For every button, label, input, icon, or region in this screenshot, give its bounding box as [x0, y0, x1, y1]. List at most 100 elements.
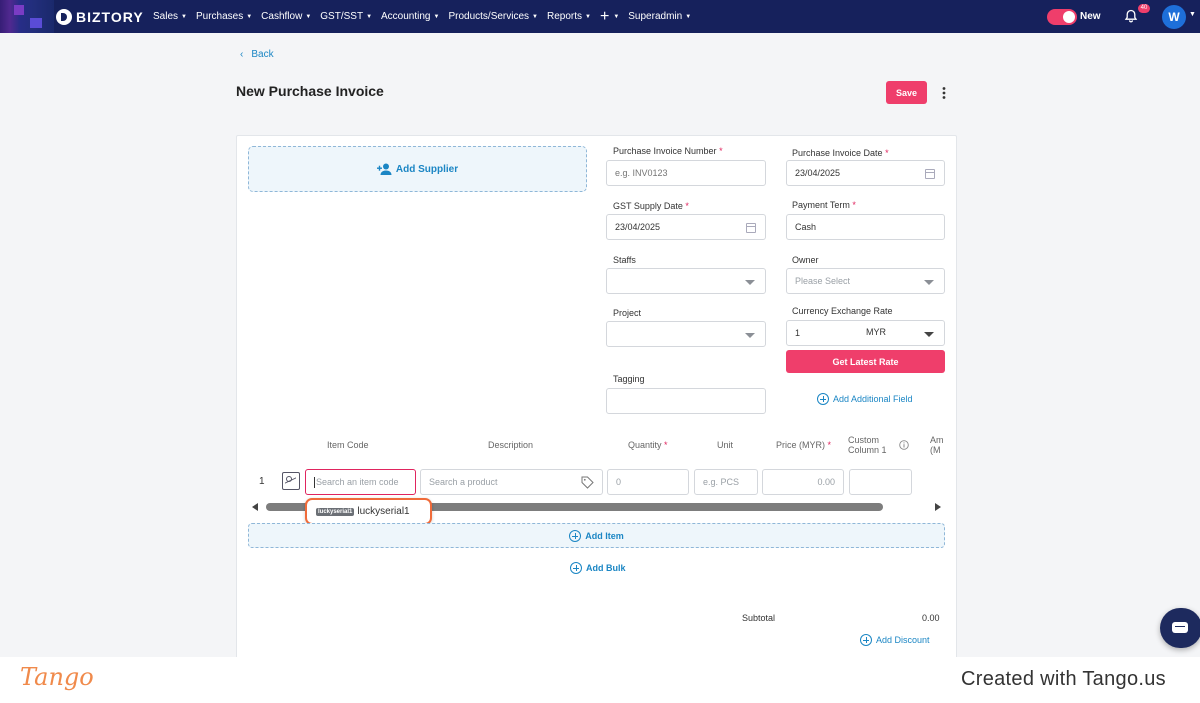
caret-down-icon: ▼: [685, 13, 692, 20]
owner-select[interactable]: Please Select: [786, 268, 945, 294]
user-avatar[interactable]: W: [1162, 5, 1186, 29]
header-text: (M: [930, 445, 941, 455]
label-text: Payment Term: [792, 200, 850, 210]
add-item-button[interactable]: Add Item: [248, 523, 945, 548]
menu-purchases[interactable]: Purchases ▼: [196, 11, 252, 22]
chevron-down-icon: [745, 333, 755, 338]
menu-quick-add[interactable]: + ▼: [600, 8, 619, 26]
caret-down-icon: ▼: [181, 13, 187, 20]
invoice-date-input[interactable]: 23/04/2025: [786, 160, 945, 186]
menu-products-services[interactable]: Products/Services ▼: [448, 11, 538, 22]
image-icon[interactable]: [282, 472, 300, 490]
staffs-label: Staffs: [613, 255, 636, 265]
scroll-right-arrow-icon[interactable]: [935, 503, 941, 511]
caret-down-icon[interactable]: ▼: [1189, 11, 1196, 18]
col-quantity: Quantity *: [628, 440, 668, 450]
invoice-date-label: Purchase Invoice Date *: [792, 148, 889, 158]
save-button[interactable]: Save: [886, 81, 927, 104]
menu-label: Reports: [547, 11, 583, 22]
menu-cashflow[interactable]: Cashflow ▼: [261, 11, 311, 22]
more-vertical-icon[interactable]: [940, 86, 948, 100]
add-field-label: Add Additional Field: [833, 394, 913, 404]
get-latest-rate-button[interactable]: Get Latest Rate: [786, 350, 945, 373]
owner-label: Owner: [792, 255, 819, 265]
caret-down-icon: ▼: [246, 13, 253, 20]
chevron-down-icon[interactable]: [924, 332, 934, 337]
menu-label: Sales: [153, 11, 179, 22]
menu-label: Products/Services: [448, 11, 530, 22]
unit-input[interactable]: e.g. PCS: [694, 469, 758, 495]
new-toggle-label: New: [1080, 11, 1101, 22]
project-select[interactable]: [606, 321, 766, 347]
staffs-select[interactable]: [606, 268, 766, 294]
label-text: GST Supply Date: [613, 201, 683, 211]
item-code-suggestion[interactable]: luckyserial1 luckyserial1: [305, 498, 432, 525]
back-link[interactable]: ‹ Back: [240, 49, 274, 60]
payment-term-label: Payment Term *: [792, 200, 856, 210]
add-item-label: Add Item: [585, 530, 624, 541]
brand-logo[interactable]: BIZTORY: [56, 7, 144, 27]
custom-column-1-input[interactable]: [849, 469, 912, 495]
label-text: Purchase Invoice Number: [613, 146, 717, 156]
field-value: 23/04/2025: [615, 222, 661, 232]
menu-superadmin[interactable]: Superadmin ▼: [628, 11, 691, 22]
header-text: Price (MYR): [776, 440, 825, 450]
header-text: Column 1: [848, 445, 887, 455]
payment-term-input[interactable]: Cash: [786, 214, 945, 240]
chat-support-button[interactable]: [1160, 608, 1200, 648]
menu-label: Cashflow: [261, 11, 303, 22]
supply-date-input[interactable]: 23/04/2025: [606, 214, 766, 240]
chat-bubble-icon: [1172, 622, 1188, 633]
text-cursor: [314, 476, 315, 488]
exchange-rate-label: Currency Exchange Rate: [792, 306, 893, 316]
menu-sales[interactable]: Sales ▼: [153, 11, 187, 22]
quantity-input[interactable]: 0: [607, 469, 689, 495]
field-value: 23/04/2025: [795, 168, 841, 178]
caret-down-icon: ▼: [585, 13, 591, 20]
plus-circle-icon: [569, 529, 582, 542]
header-text: Quantity: [628, 440, 662, 450]
project-label: Project: [613, 308, 642, 318]
invoice-number-input[interactable]: [606, 160, 766, 186]
plus-circle-icon: [570, 562, 582, 574]
col-price: Price (MYR) *: [776, 440, 831, 450]
brand-name: BIZTORY: [76, 9, 144, 25]
tagging-label: Tagging: [613, 374, 645, 384]
required-mark: *: [685, 201, 689, 211]
col-item-code: Item Code: [327, 440, 369, 450]
add-supplier-label: Add Supplier: [395, 163, 459, 175]
label-text: Purchase Invoice Date: [792, 148, 883, 158]
add-supplier-button[interactable]: Add Supplier: [248, 146, 587, 192]
caret-down-icon: ▼: [366, 13, 373, 20]
tag-icon[interactable]: [581, 476, 594, 489]
col-custom-1: Custom Column 1: [848, 435, 887, 455]
tango-credit: Created with Tango.us: [961, 668, 1166, 690]
currency-select[interactable]: MYR: [866, 327, 886, 337]
add-discount-link[interactable]: Add Discount: [860, 634, 930, 646]
tagging-input[interactable]: [606, 388, 766, 414]
add-additional-field-link[interactable]: Add Additional Field: [817, 393, 913, 405]
plus-circle-icon: [817, 393, 829, 405]
bell-icon[interactable]: [1124, 9, 1138, 23]
input-placeholder: Search a product: [429, 477, 498, 487]
new-ui-toggle[interactable]: [1047, 9, 1077, 25]
exchange-rate-input[interactable]: 1 MYR: [786, 320, 945, 346]
chevron-left-icon: ‹: [240, 49, 244, 60]
exchange-rate-value: 1: [795, 328, 801, 338]
product-search-input[interactable]: Search a product: [420, 469, 603, 495]
menu-accounting[interactable]: Accounting ▼: [381, 11, 439, 22]
info-icon[interactable]: [899, 440, 909, 450]
back-label: Back: [251, 49, 274, 60]
add-bulk-link[interactable]: Add Bulk: [570, 562, 626, 574]
required-mark: *: [664, 440, 668, 450]
scroll-left-arrow-icon[interactable]: [252, 503, 258, 511]
menu-reports[interactable]: Reports ▼: [547, 11, 591, 22]
calendar-icon: [925, 169, 935, 179]
biztory-logo-icon: [56, 9, 72, 25]
add-discount-label: Add Discount: [876, 635, 930, 645]
menu-gst-sst[interactable]: GST/SST ▼: [320, 11, 372, 22]
price-input[interactable]: 0.00: [762, 469, 844, 495]
item-code-input[interactable]: Search an item code: [305, 469, 416, 495]
menu-label: GST/SST: [320, 11, 364, 22]
caret-down-icon: ▼: [532, 13, 538, 20]
